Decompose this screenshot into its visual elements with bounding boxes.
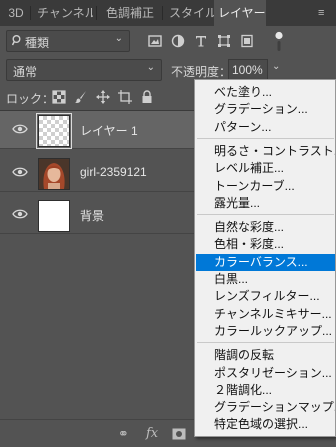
adjustment-layer-menu: べた塗り... グラデーション... パターン... 明るさ・コントラスト... レベル…	[194, 79, 336, 437]
menu-item[interactable]: 白黒...	[196, 271, 335, 288]
lock-label: ロック：	[6, 92, 55, 106]
layer-style-icon[interactable]: fx	[146, 426, 158, 441]
tab-layers[interactable]: レイヤー	[214, 0, 266, 26]
pixel-filter-icon[interactable]	[148, 34, 162, 48]
tab-adjustments[interactable]: 色調補正	[99, 0, 161, 26]
menu-item[interactable]: パターン...	[196, 119, 335, 136]
blend-mode-label: 通常	[13, 65, 38, 79]
eye-icon[interactable]	[12, 166, 28, 178]
menu-item[interactable]: 露光量...	[196, 195, 335, 212]
menu-item[interactable]: べた塗り...	[196, 84, 335, 101]
tab-channels[interactable]: チャンネル	[33, 0, 93, 26]
type-filter-icon[interactable]	[194, 34, 208, 48]
menu-item[interactable]: レンズフィルター...	[196, 288, 335, 305]
panel-menu-icon[interactable]: ≡	[318, 0, 324, 26]
menu-separator	[197, 214, 334, 216]
menu-separator	[197, 342, 334, 344]
eye-icon[interactable]	[12, 208, 28, 220]
filter-kind-select[interactable]: 種類 ⌄	[6, 30, 130, 52]
filter-toggle-switch[interactable]	[275, 31, 283, 53]
opacity-dropdown-icon[interactable]: ⌄	[272, 61, 280, 72]
tab-styles[interactable]: スタイル	[165, 0, 215, 26]
menu-item[interactable]: レベル補正...	[196, 160, 335, 177]
blend-mode-select[interactable]: 通常 ⌄	[6, 59, 162, 81]
filter-kind-label: 種類	[25, 36, 50, 50]
lock-position-icon[interactable]	[96, 90, 110, 104]
opacity-label: 不透明度：	[171, 65, 232, 79]
menu-item[interactable]: グラデーション...	[196, 101, 335, 118]
menu-item[interactable]: 明るさ・コントラスト...	[196, 143, 335, 160]
search-icon	[12, 35, 21, 46]
menu-item[interactable]: カラールックアップ...	[196, 323, 335, 340]
layer-name[interactable]: girl-2359121	[80, 165, 147, 179]
lock-all-icon[interactable]	[140, 90, 154, 104]
menu-item[interactable]: ２階調化...	[196, 382, 335, 399]
shape-filter-icon[interactable]	[217, 34, 231, 48]
menu-item[interactable]: 特定色域の選択...	[196, 416, 335, 433]
layer-name[interactable]: レイヤー 1	[80, 122, 138, 139]
layer-thumbnail[interactable]	[38, 200, 70, 232]
menu-item[interactable]: 階調の反転	[196, 347, 335, 364]
chevron-down-icon: ⌄	[146, 62, 155, 73]
menu-item[interactable]: カラーバランス...	[196, 253, 335, 271]
lock-artboard-icon[interactable]	[118, 90, 132, 104]
chevron-down-icon: ⌄	[114, 33, 123, 44]
add-mask-icon[interactable]	[172, 428, 186, 440]
portrait-thumbnail-image	[39, 159, 69, 189]
tab-3d[interactable]: 3D	[4, 0, 28, 26]
lock-transparent-pixels-icon[interactable]	[52, 90, 66, 104]
layer-thumbnail[interactable]	[38, 158, 70, 190]
menu-item[interactable]: 色相・彩度...	[196, 236, 335, 253]
smart-object-filter-icon[interactable]	[240, 34, 254, 48]
menu-item[interactable]: チャンネルミキサー...	[196, 306, 335, 323]
menu-item[interactable]: トーンカーブ...	[196, 178, 335, 195]
adjustment-filter-icon[interactable]	[171, 34, 185, 48]
menu-item[interactable]: グラデーションマップ...	[196, 399, 335, 416]
opacity-input[interactable]: 100%	[228, 59, 268, 81]
menu-item[interactable]: 自然な彩度...	[196, 219, 335, 236]
panel-tab-bar: 3D チャンネル 色調補正 スタイル レイヤー ≡	[0, 0, 336, 26]
lock-image-pixels-icon[interactable]	[74, 90, 88, 104]
layer-thumbnail[interactable]	[38, 115, 70, 147]
layer-name[interactable]: 背景	[80, 207, 104, 224]
menu-separator	[197, 137, 334, 139]
eye-icon[interactable]	[12, 123, 28, 135]
link-layers-icon[interactable]: ⚭	[118, 426, 129, 442]
layer-filter-row: 種類 ⌄	[0, 26, 336, 58]
menu-item[interactable]: ポスタリゼーション...	[196, 365, 335, 382]
